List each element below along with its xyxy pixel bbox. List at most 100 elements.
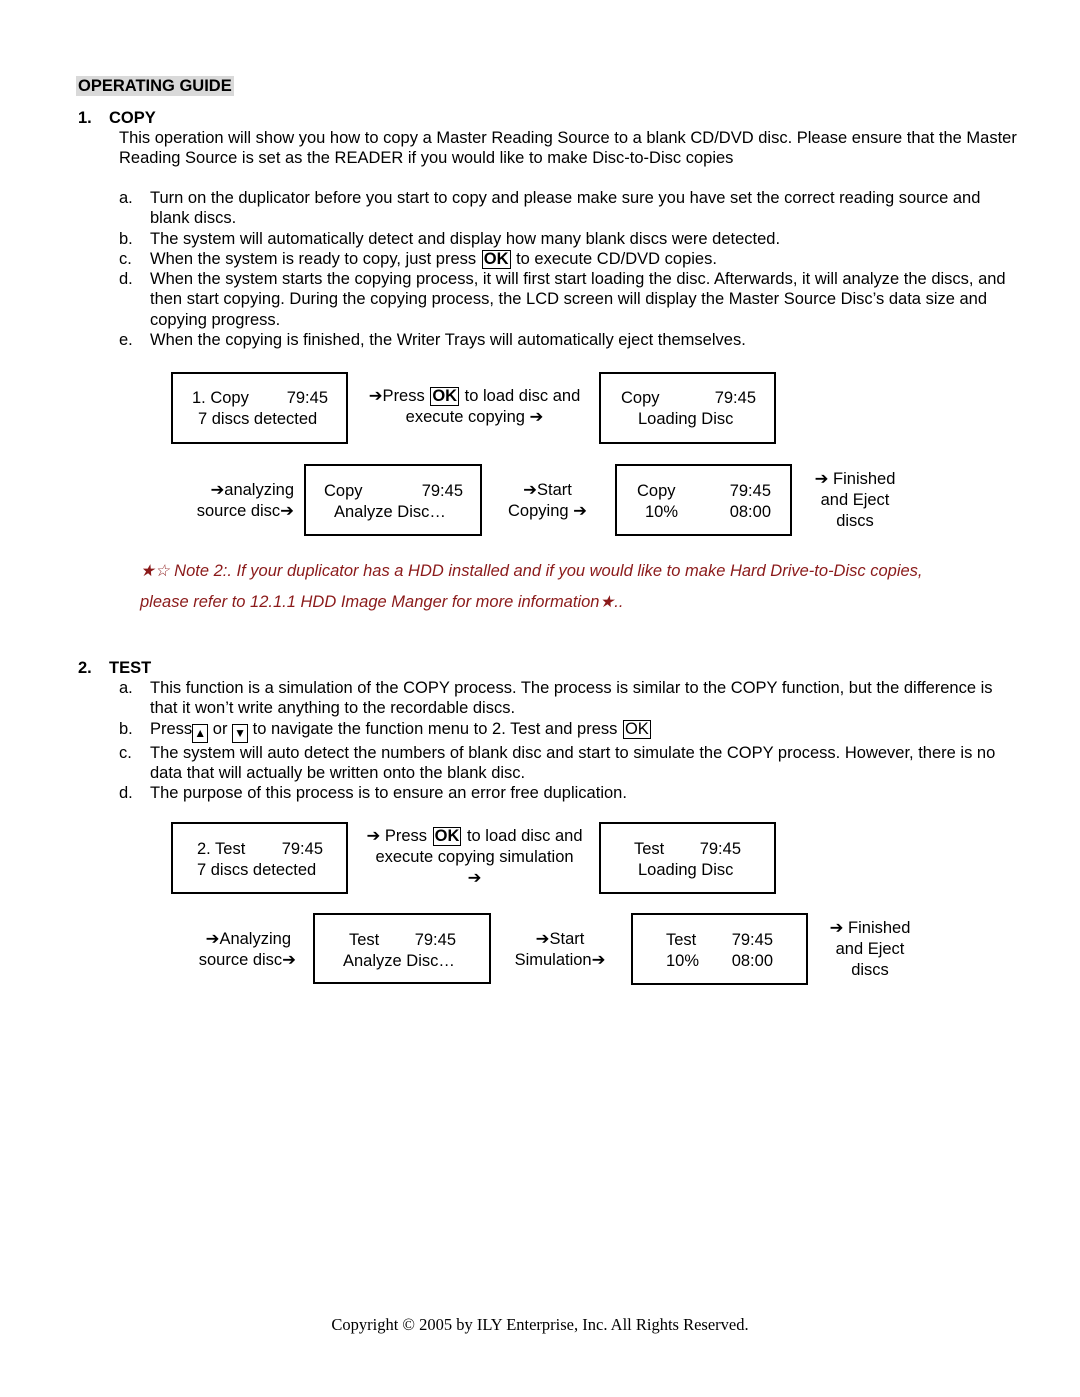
caption-text: source disc➔ [196, 502, 294, 520]
operating-guide-title: OPERATING GUIDE [76, 76, 234, 96]
list-text: The system will automatically detect and… [150, 229, 781, 248]
ok-key-icon: OK [430, 387, 460, 406]
note-text: please refer to 12.1.1 HDD Image Manger … [140, 593, 600, 611]
caption-text: ➔Press [368, 387, 430, 405]
list-text: The system will auto detect the numbers … [150, 743, 996, 782]
list-item: c. The system will auto detect the numbe… [119, 743, 1009, 784]
caption-text: ➔Start [535, 930, 585, 948]
lcd-text: 79:45 [281, 840, 323, 858]
caption-text: and Eject [835, 940, 905, 958]
list-marker: e. [119, 331, 133, 350]
flow-caption-start-simulation: ➔Start Simulation➔ [500, 929, 620, 971]
section-title: COPY [109, 109, 156, 127]
arrow-icon: ➔ [467, 869, 482, 887]
list-marker: b. [119, 719, 133, 738]
lcd-text: 79:45 [714, 389, 756, 407]
caption-text: to load disc and [462, 827, 583, 845]
down-arrow-key-icon: ▼ [232, 723, 249, 743]
flow-caption-finished-test: ➔ Finished and Eject discs [815, 918, 925, 981]
caption-text: ➔Analyzing [205, 930, 291, 948]
section-copy-heading: 1. COPY [0, 108, 400, 128]
list-text: to execute CD/DVD copies. [511, 249, 717, 268]
section-test-heading: 2. TEST [0, 658, 400, 678]
lcd-copy-menu: 1. Copy 79:45 7 discs detected [171, 372, 348, 444]
ok-key-icon: OK [432, 827, 462, 846]
list-marker: b. [119, 229, 133, 248]
list-text: Press [150, 719, 193, 738]
lcd-text: 7 discs detected [197, 861, 317, 879]
note-text: .. [614, 593, 624, 611]
lcd-copy-analyze: Copy 79:45 Analyze Disc… [304, 464, 482, 536]
lcd-text: 7 discs detected [198, 410, 318, 428]
up-arrow-key-icon: ▲ [192, 723, 209, 743]
list-item: b. The system will automatically detect … [119, 229, 1009, 249]
list-item: e. When the copying is finished, the Wri… [119, 330, 1009, 350]
copy-intro: This operation will show you how to copy… [119, 129, 1017, 168]
list-item: a. This function is a simulation of the … [119, 678, 1009, 719]
list-item: a. Turn on the duplicator before you sta… [119, 188, 1009, 229]
caption-text: source disc➔ [198, 951, 296, 969]
list-item: d. When the system starts the copying pr… [119, 269, 1009, 330]
list-text: When the system is ready to copy, just p… [150, 249, 481, 268]
star-icon: ★☆ [140, 562, 170, 580]
lcd-text: Analyze Disc… [334, 503, 446, 521]
caption-text: ➔ Finished [829, 919, 911, 937]
caption-text: ➔Start [523, 481, 572, 499]
section-number: 1. [78, 109, 92, 127]
flow-caption-analyzing: ➔analyzing source disc➔ [176, 480, 294, 522]
list-marker: c. [119, 743, 132, 762]
caption-text: execute copying ➔ [405, 408, 544, 426]
list-marker: a. [119, 679, 133, 697]
lcd-text: 1. Copy [192, 389, 249, 407]
list-item: d. The purpose of this process is to ens… [119, 783, 1009, 803]
caption-text: execute copying simulation [375, 848, 574, 866]
copy-steps-list: a. Turn on the duplicator before you sta… [119, 188, 1009, 350]
list-item: c. When the system is ready to copy, jus… [119, 249, 1009, 269]
list-marker: c. [119, 249, 132, 268]
list-text: The purpose of this process is to ensure… [150, 784, 627, 803]
flow-caption-press-ok: ➔Press OK to load disc and execute copyi… [352, 386, 597, 428]
list-marker: a. [119, 189, 133, 207]
flow-caption-start-copying: ➔Start Copying ➔ [490, 480, 605, 522]
lcd-test-loading: Test 79:45 Loading Disc [599, 822, 776, 894]
copyright-footer: Copyright © 2005 by ILY Enterprise, Inc.… [331, 1315, 749, 1334]
flow-caption-press-ok-test: ➔ Press OK to load disc and execute copy… [352, 826, 597, 889]
lcd-text: 79:45 [286, 389, 328, 407]
lcd-test-progress: Test 79:45 10% 08:00 [631, 913, 808, 985]
list-text: When the system starts the copying proce… [150, 270, 1006, 329]
lcd-text: Test [666, 931, 697, 949]
ok-key-icon: OK [481, 249, 511, 269]
lcd-copy-loading: Copy 79:45 Loading Disc [599, 372, 776, 444]
lcd-text: 79:45 [729, 482, 771, 500]
lcd-text: Copy [324, 482, 363, 500]
flow-caption-analyzing-test: ➔Analyzing source disc➔ [180, 929, 296, 971]
time-remaining: 08:00 [729, 503, 771, 521]
lcd-test-analyze: Test 79:45 Analyze Disc… [313, 913, 491, 984]
ok-key-icon: OK [622, 719, 651, 739]
list-item: b. Press ▲ or ▼ to navigate the function … [119, 719, 1009, 743]
progress-percent: 10% [666, 952, 700, 970]
list-text: When the copying is finished, the Writer… [150, 331, 746, 350]
caption-text: Copying ➔ [508, 502, 587, 520]
list-text: or [208, 719, 233, 738]
test-steps-list: a. This function is a simulation of the … [119, 678, 1009, 803]
lcd-text: Analyze Disc… [343, 952, 455, 970]
list-text: to navigate the function menu to 2. Test… [248, 719, 622, 738]
caption-text: to load disc and [460, 387, 581, 405]
lcd-text: Loading Disc [638, 861, 734, 879]
note-text: Note 2:. If your duplicator has a HDD in… [169, 562, 923, 580]
caption-text: Simulation➔ [514, 951, 606, 969]
star-icon: ★ [599, 593, 615, 611]
lcd-text: Copy [621, 389, 660, 407]
list-text: Turn on the duplicator before you start … [150, 189, 981, 228]
progress-percent: 10% [645, 503, 679, 521]
caption-text: and Eject [820, 491, 890, 509]
list-text: This function is a simulation of the COP… [150, 679, 993, 718]
caption-text: ➔analyzing [210, 481, 294, 499]
lcd-copy-progress: Copy 79:45 10% 08:00 [615, 464, 792, 536]
section-title: TEST [109, 659, 152, 677]
caption-text: discs [851, 961, 889, 979]
caption-text: ➔ Press [366, 827, 432, 845]
time-remaining: 08:00 [731, 952, 773, 970]
lcd-test-menu: 2. Test 79:45 7 discs detected [171, 822, 348, 894]
